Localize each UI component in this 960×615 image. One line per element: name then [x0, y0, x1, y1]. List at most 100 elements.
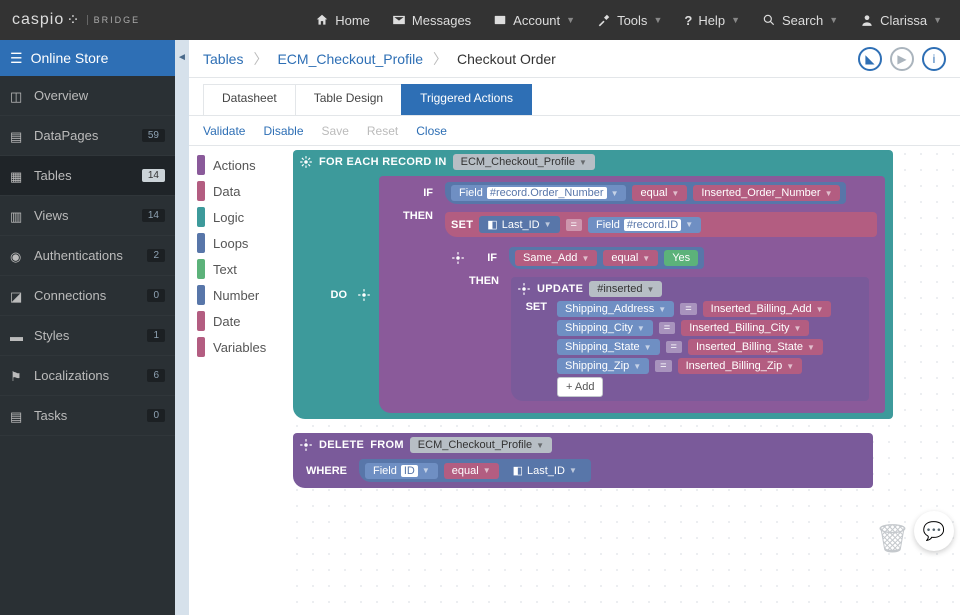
crumb-tables[interactable]: Tables — [203, 51, 243, 67]
nav-home[interactable]: Home — [315, 13, 370, 28]
gear-icon[interactable] — [299, 155, 313, 169]
gear-icon[interactable] — [451, 251, 465, 265]
canvas[interactable]: FOR EACH RECORD IN ECM_Checkout_Profile▼… — [289, 146, 960, 615]
nav-tools[interactable]: Tools▼ — [597, 13, 662, 28]
op-chip[interactable]: equal▼ — [632, 185, 687, 201]
search-icon — [762, 13, 776, 27]
field-chip[interactable]: Field ID▼ — [365, 463, 438, 479]
update-block[interactable]: UPDATE #inserted▼ SET Shipping_Address ▼… — [511, 277, 869, 401]
info-icon[interactable]: i — [922, 47, 946, 71]
op-chip[interactable]: equal▼ — [603, 250, 658, 266]
val-chip[interactable]: Same_Add▼ — [515, 250, 597, 266]
top-bar: caspio⁘ BRIDGE Home Messages Account▼ To… — [0, 0, 960, 40]
top-nav: Home Messages Account▼ Tools▼ ?Help▼ Sea… — [175, 13, 960, 28]
if-block[interactable]: IF Same_Add▼ equal▼ Yes — [445, 241, 877, 407]
tb-validate[interactable]: Validate — [203, 124, 245, 138]
nav-search[interactable]: Search▼ — [762, 13, 838, 28]
val-chip[interactable]: Inserted_Billing_City ▼ — [681, 320, 809, 336]
palette-loops[interactable]: Loops — [189, 230, 289, 256]
sidebar-item-connections[interactable]: ◪Connections0 — [0, 276, 175, 316]
sb-icon: ▤ — [10, 409, 24, 423]
logo: caspio⁘ BRIDGE — [0, 10, 175, 30]
crumb-current: Checkout Order — [457, 51, 556, 67]
palette-variables[interactable]: Variables — [189, 334, 289, 360]
field-chip[interactable]: Field #record.ID▼ — [588, 217, 701, 233]
palette-text[interactable]: Text — [189, 256, 289, 282]
var-chip[interactable]: ◧ Last_ID▼ — [479, 216, 559, 233]
gear-icon[interactable] — [357, 288, 371, 302]
sidebar-collapse[interactable]: ◄ — [175, 40, 189, 615]
field-chip[interactable]: Shipping_Zip ▼ — [557, 358, 649, 374]
sidebar-item-datapages[interactable]: ▤DataPages59 — [0, 116, 175, 156]
crumb-profile[interactable]: ECM_Checkout_Profile — [277, 51, 423, 67]
var-chip[interactable]: ◧ Last_ID▼ — [505, 462, 585, 479]
add-row-button[interactable]: + Add — [557, 377, 603, 397]
gear-icon[interactable] — [299, 438, 313, 452]
announce-icon[interactable]: ◣ — [858, 47, 882, 71]
sidebar-item-views[interactable]: ▥Views14 — [0, 196, 175, 236]
tb-disable[interactable]: Disable — [263, 124, 303, 138]
val-chip[interactable]: Inserted_Order_Number▼ — [693, 185, 840, 201]
sidebar-item-tasks[interactable]: ▤Tasks0 — [0, 396, 175, 436]
field-chip[interactable]: Shipping_State ▼ — [557, 339, 660, 355]
set-row[interactable]: Shipping_State ▼=Inserted_Billing_State … — [557, 339, 831, 355]
user-icon — [860, 13, 874, 27]
expr[interactable]: Same_Add▼ equal▼ Yes — [509, 247, 704, 269]
field-chip[interactable]: Field #record.Order_Number▼ — [451, 185, 626, 201]
val-chip[interactable]: Inserted_Billing_Zip ▼ — [678, 358, 803, 374]
chevron-icon: 〉 — [253, 49, 267, 69]
sidebar-item-authentications[interactable]: ◉Authentications2 — [0, 236, 175, 276]
palette-actions[interactable]: Actions — [189, 152, 289, 178]
trash-icon[interactable]: 🗑 — [874, 522, 910, 555]
tabs: Datasheet Table Design Triggered Actions — [189, 84, 960, 116]
sidebar-item-overview[interactable]: ◫Overview — [0, 76, 175, 116]
block-palette: ActionsDataLogicLoopsTextNumberDateVaria… — [189, 146, 289, 615]
val-chip[interactable]: Yes — [664, 250, 698, 266]
op-chip[interactable]: equal▼ — [444, 463, 499, 479]
sb-icon: ⚑ — [10, 369, 24, 383]
set-row[interactable]: Shipping_Address ▼=Inserted_Billing_Add … — [557, 301, 831, 317]
field-chip[interactable]: Shipping_City ▼ — [557, 320, 653, 336]
field-chip[interactable]: Shipping_Address ▼ — [557, 301, 674, 317]
foreach-block[interactable]: FOR EACH RECORD IN ECM_Checkout_Profile▼… — [293, 150, 893, 419]
set-row[interactable]: Shipping_City ▼=Inserted_Billing_City ▼ — [557, 320, 831, 336]
chevron-icon: 〉 — [433, 49, 447, 69]
sb-icon: ▤ — [10, 129, 24, 143]
table-select[interactable]: ECM_Checkout_Profile▼ — [453, 154, 595, 170]
sb-icon: ◫ — [10, 89, 24, 103]
sidebar-header[interactable]: ☰Online Store — [0, 40, 175, 76]
set-row[interactable]: Shipping_Zip ▼=Inserted_Billing_Zip ▼ — [557, 358, 831, 374]
play-icon[interactable]: ▶ — [890, 47, 914, 71]
gear-icon[interactable] — [517, 282, 531, 296]
table-chip[interactable]: ECM_Checkout_Profile▼ — [410, 437, 552, 453]
tab-triggered[interactable]: Triggered Actions — [401, 84, 532, 115]
nav-account[interactable]: Account▼ — [493, 13, 575, 28]
sidebar-item-styles[interactable]: ▬Styles1 — [0, 316, 175, 356]
sidebar-item-localizations[interactable]: ⚑Localizations6 — [0, 356, 175, 396]
sb-icon: ◪ — [10, 289, 24, 303]
nav-user[interactable]: Clarissa▼ — [860, 13, 942, 28]
if-block[interactable]: IF Field #record.Order_Number▼ equal▼ In… — [379, 176, 885, 413]
palette-date[interactable]: Date — [189, 308, 289, 334]
palette-number[interactable]: Number — [189, 282, 289, 308]
expr[interactable]: Field #record.Order_Number▼ equal▼ Inser… — [445, 182, 846, 204]
tab-datasheet[interactable]: Datasheet — [203, 84, 296, 115]
tab-design[interactable]: Table Design — [295, 84, 402, 115]
palette-data[interactable]: Data — [189, 178, 289, 204]
content-area: Tables 〉 ECM_Checkout_Profile 〉 Checkout… — [189, 40, 960, 615]
set-block[interactable]: SET ◧ Last_ID▼ = Field #record.ID▼ — [445, 212, 877, 237]
chat-button[interactable]: 💬 — [914, 511, 954, 551]
nav-messages[interactable]: Messages — [392, 13, 471, 28]
target-chip[interactable]: #inserted▼ — [589, 281, 662, 297]
sb-icon: ▥ — [10, 209, 24, 223]
delete-block[interactable]: DELETE FROM ECM_Checkout_Profile▼ WHERE … — [293, 433, 873, 488]
val-chip[interactable]: Inserted_Billing_Add ▼ — [703, 301, 832, 317]
sidebar-item-tables[interactable]: ▦Tables14 — [0, 156, 175, 196]
val-chip[interactable]: Inserted_Billing_State ▼ — [688, 339, 823, 355]
mail-icon — [392, 13, 406, 27]
expr[interactable]: Field ID▼ equal▼ ◧ Last_ID▼ — [359, 459, 591, 482]
nav-help[interactable]: ?Help▼ — [684, 13, 740, 28]
toolbar: Validate Disable Save Reset Close — [189, 116, 960, 146]
tb-close[interactable]: Close — [416, 124, 447, 138]
palette-logic[interactable]: Logic — [189, 204, 289, 230]
